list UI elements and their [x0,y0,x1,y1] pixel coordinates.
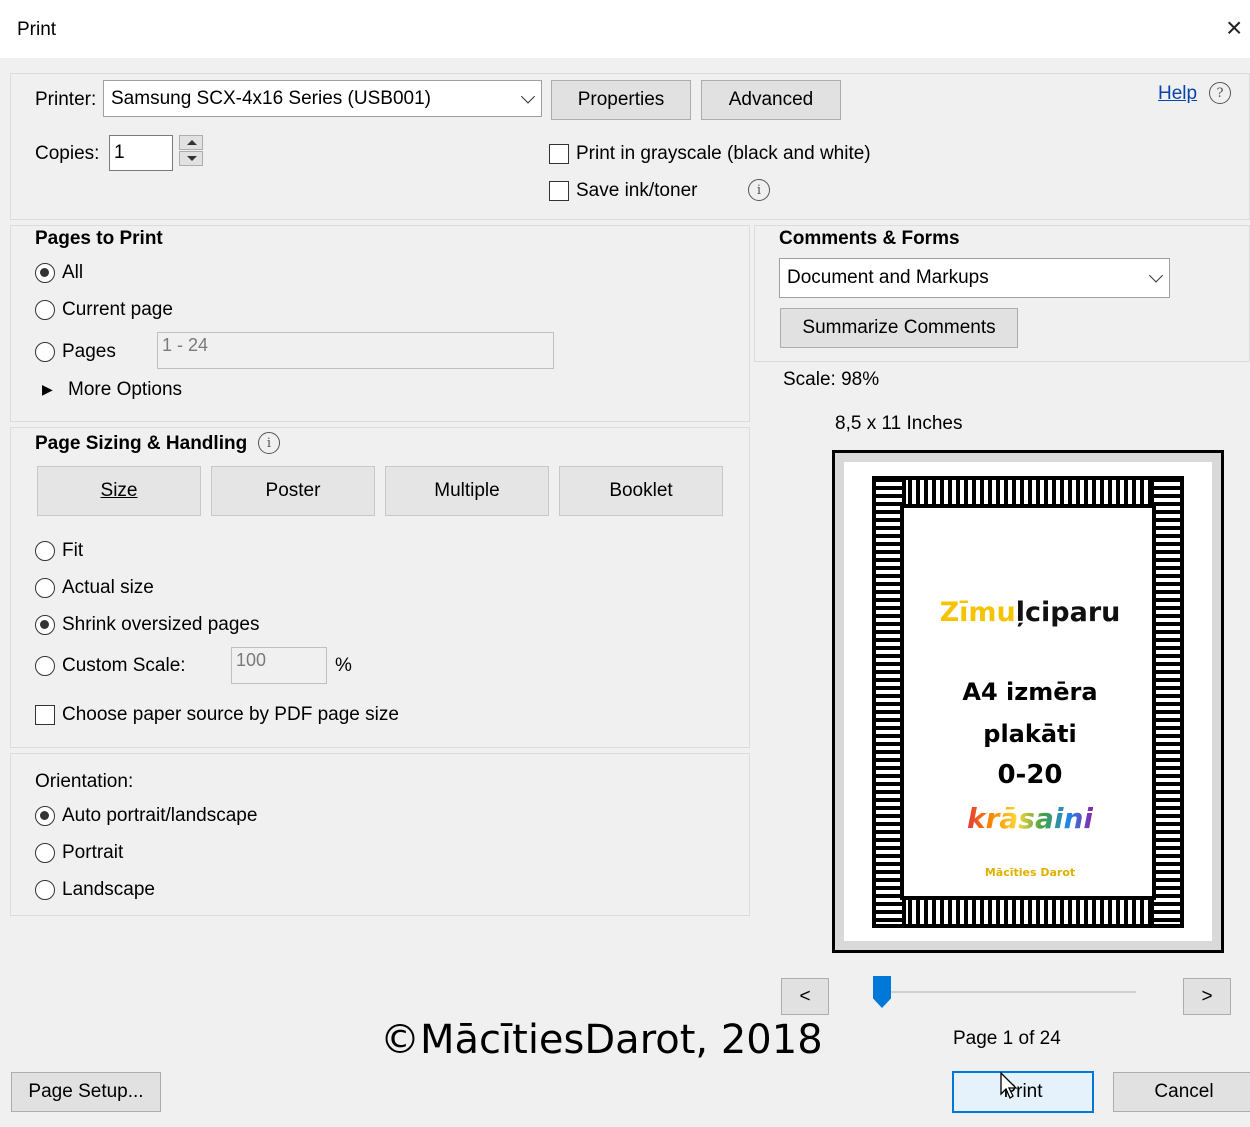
chevron-down-icon [1148,268,1164,283]
window-title: Print [17,19,57,40]
radio-all[interactable] [35,263,55,283]
poster-title: Zīmuļciparu [910,597,1150,628]
radio-custom-scale[interactable] [35,656,55,676]
radio-portrait[interactable] [35,843,55,863]
mouse-pointer-icon [1000,1072,1018,1099]
preview-page: Zīmuļciparu A4 izmēra plakāti 0-20 krāsa… [844,462,1212,941]
paper-source-checkbox[interactable] [35,705,55,725]
radio-auto-orientation[interactable] [35,806,55,826]
tab-booklet[interactable]: Booklet [559,466,723,516]
radio-auto-orientation-label[interactable]: Auto portrait/landscape [62,805,257,827]
copies-label: Copies: [35,143,100,164]
page-setup-button[interactable]: Page Setup... [11,1072,161,1112]
tab-poster[interactable]: Poster [211,466,375,516]
copyright-watermark: ©MācītiesDarot, 2018 [380,1017,823,1063]
radio-current-page[interactable] [35,300,55,320]
radio-shrink-oversized-label[interactable]: Shrink oversized pages [62,614,260,636]
pages-to-print-heading: Pages to Print [35,228,163,249]
copies-input[interactable]: 1 [109,135,173,171]
orientation-heading: Orientation: [35,771,134,792]
comments-forms-select[interactable]: Document and Markups [779,258,1170,298]
scale-text: Scale: 98% [783,369,880,390]
poster-line-plakati: plakāti [983,720,1077,748]
info-icon[interactable]: i [258,432,280,454]
poster-title-text: Zīmuļciparu [939,597,1121,628]
radio-pages[interactable] [35,342,55,362]
printer-label: Printer: [35,89,97,110]
save-ink-label[interactable]: Save ink/toner [576,180,697,202]
paper-size-text: 8,5 x 11 Inches [835,413,963,434]
print-dialog: Printer: Samsung SCX-4x16 Series (USB001… [0,58,1250,1127]
poster-line-colors-text: krāsaini [966,802,1093,835]
tab-size[interactable]: Size [37,466,201,516]
radio-portrait-label[interactable]: Portrait [62,842,123,864]
copies-stepper[interactable] [179,135,205,167]
radio-fit-label[interactable]: Fit [62,540,83,562]
printer-select-value: Samsung SCX-4x16 Series (USB001) [111,87,431,109]
page-info-text: Page 1 of 24 [953,1028,1061,1049]
print-button[interactable]: Print [952,1071,1094,1113]
triangle-right-icon[interactable]: ▶ [42,381,53,398]
printer-select[interactable]: Samsung SCX-4x16 Series (USB001) [103,80,542,117]
increment-icon[interactable] [179,135,203,150]
percent-label: % [335,655,352,676]
poster-line-colors: krāsaini [910,802,1150,835]
grayscale-checkbox[interactable] [549,144,569,164]
tab-multiple[interactable]: Multiple [385,466,549,516]
cancel-button[interactable]: Cancel [1113,1072,1250,1112]
radio-shrink-oversized[interactable] [35,615,55,635]
question-circle-icon[interactable]: ? [1209,82,1231,104]
next-page-button[interactable]: > [1183,978,1231,1015]
close-icon[interactable]: × [1226,14,1242,42]
pages-range-input[interactable]: 1 - 24 [157,332,554,369]
custom-scale-input[interactable]: 100 [231,647,327,684]
poster-line-a4: A4 izmēra [962,678,1098,706]
decrement-icon[interactable] [179,151,203,166]
print-preview: Zīmuļciparu A4 izmēra plakāti 0-20 krāsa… [832,450,1224,953]
radio-all-label[interactable]: All [62,262,83,284]
more-options-label[interactable]: More Options [68,379,182,401]
save-ink-checkbox[interactable] [549,181,569,201]
title-bar: Print × [0,0,1250,58]
radio-pages-label[interactable]: Pages [62,341,116,363]
radio-current-page-label[interactable]: Current page [62,299,173,321]
properties-button[interactable]: Properties [551,80,691,120]
comments-forms-select-value: Document and Markups [787,267,989,288]
radio-custom-scale-label[interactable]: Custom Scale: [62,655,186,677]
radio-landscape[interactable] [35,880,55,900]
summarize-comments-button[interactable]: Summarize Comments [780,308,1018,348]
poster-author: Mācīties Darot [984,866,1076,879]
radio-fit[interactable] [35,541,55,561]
grayscale-label[interactable]: Print in grayscale (black and white) [576,143,871,165]
poster-line-range: 0-20 [997,760,1063,790]
page-slider-track[interactable] [880,991,1136,993]
paper-source-label[interactable]: Choose paper source by PDF page size [62,704,399,726]
page-slider-thumb[interactable] [873,976,891,1008]
chevron-down-icon [520,88,536,104]
info-icon[interactable]: i [748,179,770,201]
comments-forms-heading: Comments & Forms [779,228,960,249]
radio-actual-size-label[interactable]: Actual size [62,577,154,599]
page-sizing-heading: Page Sizing & Handling [35,433,248,454]
radio-landscape-label[interactable]: Landscape [62,879,155,901]
help-link[interactable]: Help [1158,83,1197,105]
radio-actual-size[interactable] [35,578,55,598]
previous-page-button[interactable]: < [781,978,829,1015]
advanced-button[interactable]: Advanced [701,80,841,120]
